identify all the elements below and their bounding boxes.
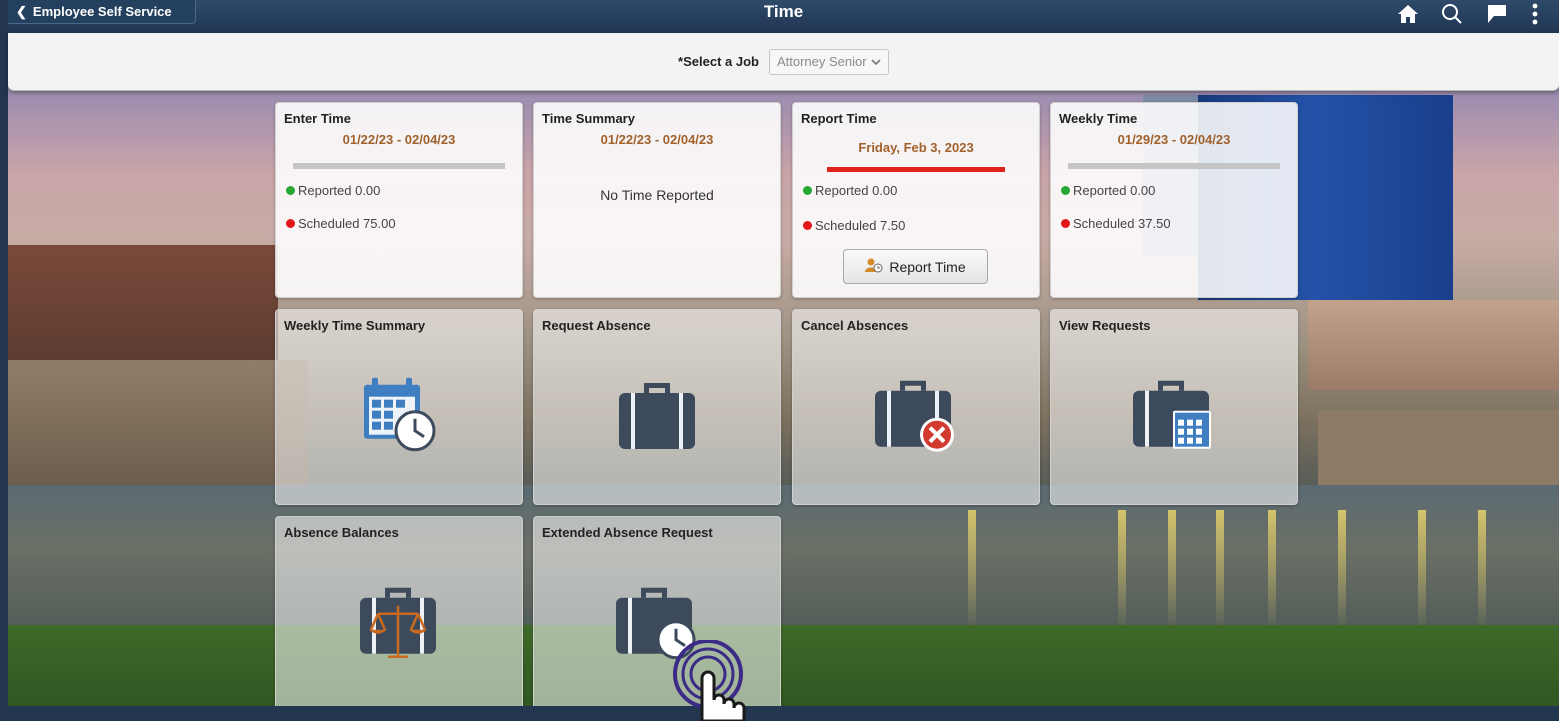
reported-hours-text: Reported 0.00 bbox=[1073, 183, 1156, 198]
tile-title: Request Absence bbox=[542, 318, 651, 333]
tile-title: Weekly Time Summary bbox=[284, 318, 426, 333]
background-reflection bbox=[968, 510, 976, 630]
background-reflection bbox=[1478, 510, 1486, 630]
back-button-label: Employee Self Service bbox=[32, 4, 172, 19]
tile-request-absence[interactable]: Request Absence bbox=[533, 309, 781, 505]
background-reflection bbox=[1216, 510, 1224, 630]
notifications-icon[interactable] bbox=[1485, 3, 1509, 25]
background-reflection bbox=[1418, 510, 1426, 630]
background-reflection bbox=[1168, 510, 1176, 630]
briefcase-icon bbox=[617, 377, 697, 456]
green-dot-icon bbox=[1061, 186, 1070, 195]
progress-bar bbox=[827, 167, 1005, 172]
red-dot-icon bbox=[803, 221, 812, 230]
tile-absence-balances[interactable]: Absence Balances bbox=[275, 516, 523, 712]
reported-hours-text: Reported 0.00 bbox=[298, 183, 381, 198]
background-wall bbox=[1318, 410, 1559, 485]
scheduled-hours-text: Scheduled 7.50 bbox=[815, 218, 906, 233]
search-icon[interactable] bbox=[1441, 3, 1463, 25]
no-time-message: No Time Reported bbox=[600, 187, 714, 203]
scheduled-hours: Scheduled 75.00 bbox=[286, 216, 396, 231]
background-reflection bbox=[1268, 510, 1276, 630]
briefcase-cancel-icon bbox=[875, 375, 957, 460]
tile-report-date: Friday, Feb 3, 2023 bbox=[858, 140, 974, 155]
background-building bbox=[1308, 300, 1559, 390]
person-clock-icon bbox=[865, 257, 883, 276]
chevron-left-icon: ❮ bbox=[16, 3, 27, 19]
chevron-down-icon bbox=[871, 54, 881, 69]
green-dot-icon bbox=[286, 186, 295, 195]
reported-hours-text: Reported 0.00 bbox=[815, 183, 898, 198]
tile-title: Cancel Absences bbox=[801, 318, 909, 333]
tile-title: Extended Absence Request bbox=[542, 525, 713, 540]
reported-hours: Reported 0.00 bbox=[803, 183, 897, 198]
tile-period-dates: 01/29/23 - 02/04/23 bbox=[1117, 132, 1231, 147]
progress-bar bbox=[1068, 163, 1280, 169]
progress-bar bbox=[293, 163, 505, 169]
tile-cancel-absences[interactable]: Cancel Absences bbox=[792, 309, 1040, 505]
scheduled-hours-text: Scheduled 75.00 bbox=[298, 216, 396, 231]
job-select-dropdown[interactable]: Attorney Senior bbox=[768, 48, 889, 75]
briefcase-scales-icon bbox=[358, 582, 440, 667]
background-reflection bbox=[1118, 510, 1126, 630]
actions-menu-icon[interactable] bbox=[1531, 3, 1539, 25]
footer-bar bbox=[8, 706, 1559, 721]
job-selector-bar: *Select a Job Attorney Senior bbox=[8, 33, 1559, 91]
back-button[interactable]: ❮ Employee Self Service bbox=[8, 0, 196, 24]
home-icon[interactable] bbox=[1397, 4, 1419, 24]
report-time-button[interactable]: Report Time bbox=[843, 249, 988, 284]
tile-time-summary[interactable]: Time Summary 01/22/23 - 02/04/23 No Time… bbox=[533, 102, 781, 298]
calendar-clock-icon bbox=[358, 375, 440, 460]
red-dot-icon bbox=[286, 219, 295, 228]
scheduled-hours: Scheduled 37.50 bbox=[1061, 216, 1171, 231]
top-header-bar: ❮ Employee Self Service Time bbox=[8, 0, 1559, 33]
tile-period-dates: 01/22/23 - 02/04/23 bbox=[342, 132, 456, 147]
tile-weekly-time-summary[interactable]: Weekly Time Summary bbox=[275, 309, 523, 505]
tile-title: Enter Time bbox=[284, 111, 351, 126]
tile-report-time[interactable]: Report Time Friday, Feb 3, 2023 Reported… bbox=[792, 102, 1040, 298]
tap-cursor-icon bbox=[672, 639, 772, 721]
job-selector-label: *Select a Job bbox=[678, 54, 759, 69]
tile-title: Weekly Time bbox=[1059, 111, 1138, 126]
header-actions bbox=[1397, 0, 1539, 28]
background-reflection bbox=[1338, 510, 1346, 630]
briefcase-calendar-icon bbox=[1133, 375, 1215, 460]
tile-view-requests[interactable]: View Requests bbox=[1050, 309, 1298, 505]
reported-hours: Reported 0.00 bbox=[1061, 183, 1155, 198]
job-select-value: Attorney Senior bbox=[776, 54, 867, 69]
background-cityscape bbox=[8, 0, 1559, 721]
tile-title: View Requests bbox=[1059, 318, 1151, 333]
red-dot-icon bbox=[1061, 219, 1070, 228]
background-building bbox=[8, 245, 278, 365]
reported-hours: Reported 0.00 bbox=[286, 183, 380, 198]
report-time-button-label: Report Time bbox=[889, 258, 966, 275]
tile-period-dates: 01/22/23 - 02/04/23 bbox=[600, 132, 714, 147]
page-title: Time bbox=[763, 2, 804, 21]
tile-enter-time[interactable]: Enter Time 01/22/23 - 02/04/23 Reported … bbox=[275, 102, 523, 298]
background-river bbox=[8, 485, 1559, 645]
scheduled-hours-text: Scheduled 37.50 bbox=[1073, 216, 1171, 231]
scheduled-hours: Scheduled 7.50 bbox=[803, 218, 905, 233]
tile-title: Time Summary bbox=[542, 111, 635, 126]
tile-title: Absence Balances bbox=[284, 525, 399, 540]
green-dot-icon bbox=[803, 186, 812, 195]
background-bridge bbox=[8, 360, 308, 500]
tile-weekly-time[interactable]: Weekly Time 01/29/23 - 02/04/23 Reported… bbox=[1050, 102, 1298, 298]
tile-title: Report Time bbox=[801, 111, 877, 126]
